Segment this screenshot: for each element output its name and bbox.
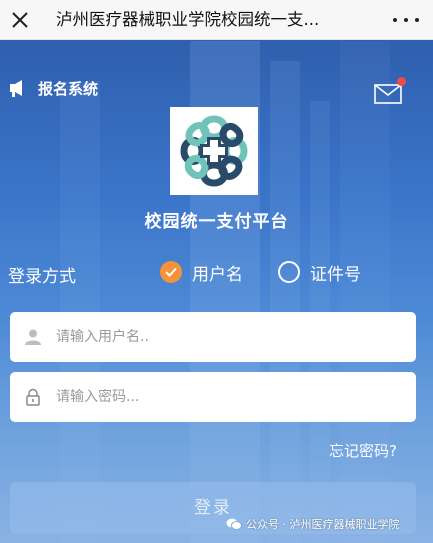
radio-label-idnumber: 证件号	[310, 264, 361, 285]
password-field[interactable]	[10, 372, 416, 422]
wechat-watermark: 公众号 · 泸州医疗器械职业学院	[226, 513, 400, 535]
more-dots-icon	[393, 18, 397, 22]
more-dots-icon	[415, 18, 419, 22]
user-icon	[25, 329, 41, 345]
platform-title: 校园统一支付平台	[144, 212, 289, 232]
megaphone-icon	[10, 80, 22, 97]
page-title: 泸州医疗器械职业学院校园统一支...	[56, 10, 320, 29]
radio-label-username: 用户名	[192, 264, 243, 285]
school-logo-image	[180, 115, 248, 187]
lock-icon	[26, 388, 40, 406]
system-header[interactable]: 报名系统	[8, 77, 98, 99]
username-field[interactable]	[10, 312, 416, 362]
title-bar: 泸州医疗器械职业学院校园统一支...	[0, 0, 433, 40]
forgot-password-link[interactable]: 忘记密码?	[329, 440, 397, 461]
notification-badge	[397, 77, 406, 86]
more-button[interactable]	[393, 9, 419, 31]
password-input[interactable]	[56, 389, 396, 405]
radio-unchecked-icon	[278, 261, 300, 283]
radio-checked-icon	[160, 261, 182, 283]
close-button[interactable]	[7, 7, 33, 33]
close-icon	[12, 12, 28, 28]
login-method-label: 登录方式	[8, 267, 76, 287]
radio-option-username[interactable]: 用户名	[160, 260, 243, 285]
watermark-text: 公众号 · 泸州医疗器械职业学院	[246, 518, 400, 531]
mail-icon[interactable]	[374, 84, 402, 104]
system-label: 报名系统	[38, 79, 99, 98]
wechat-icon	[226, 518, 242, 530]
login-page: 报名系统 校园统一支付平台 登录方式 用户名 证件号 请输入用户名.. 忘记密码…	[0, 41, 433, 543]
radio-option-idnumber[interactable]: 证件号	[278, 260, 361, 285]
school-logo	[170, 107, 258, 195]
username-input[interactable]	[56, 329, 396, 345]
more-dots-icon	[404, 18, 408, 22]
